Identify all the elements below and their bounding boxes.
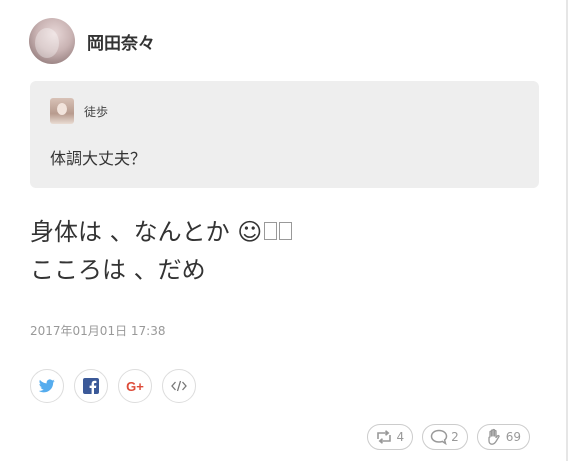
missing-glyph-box	[264, 222, 278, 240]
google-plus-icon: G+	[126, 378, 144, 394]
like-button[interactable]: 69	[476, 424, 530, 450]
share-google-plus-button[interactable]: G+	[118, 369, 152, 403]
comment-count: 2	[451, 430, 459, 444]
facebook-icon	[83, 378, 99, 394]
post-line-2: こころは 、だめ	[30, 256, 206, 284]
comment-button[interactable]: 2	[422, 424, 468, 450]
post-line-1: 身体は 、なんとか ☺	[30, 213, 293, 251]
comment-icon	[430, 429, 448, 445]
hand-icon	[488, 428, 500, 445]
like-count: 69	[505, 430, 521, 444]
post-timestamp[interactable]: 2017年01月01日 17:38	[30, 322, 165, 339]
post-line-1-text: 身体は 、なんとか ☺	[30, 218, 263, 246]
quoted-post-header: 徒歩	[50, 98, 108, 124]
post-body: 身体は 、なんとか ☺ こころは 、だめ	[30, 213, 293, 289]
twitter-icon	[39, 379, 55, 393]
author-name[interactable]: 岡田奈々	[87, 29, 155, 54]
quote-author-avatar[interactable]	[50, 98, 74, 124]
repost-button[interactable]: 4	[367, 424, 414, 450]
quoted-post[interactable]: 徒歩 体調大丈夫？	[30, 81, 539, 188]
share-twitter-button[interactable]	[30, 369, 64, 403]
repost-count: 4	[396, 430, 405, 444]
quote-text: 体調大丈夫？	[50, 149, 147, 168]
quote-author-name[interactable]: 徒歩	[84, 103, 108, 120]
share-facebook-button[interactable]	[74, 369, 108, 403]
post-stats: 4 2 69	[358, 424, 530, 450]
post-header: 岡田奈々	[29, 18, 155, 64]
missing-glyph-box	[279, 222, 293, 240]
embed-code-button[interactable]	[162, 369, 196, 403]
embed-code-icon	[171, 380, 187, 392]
share-buttons: G+	[30, 369, 206, 403]
author-avatar[interactable]	[29, 18, 75, 64]
repost-icon	[377, 430, 392, 444]
